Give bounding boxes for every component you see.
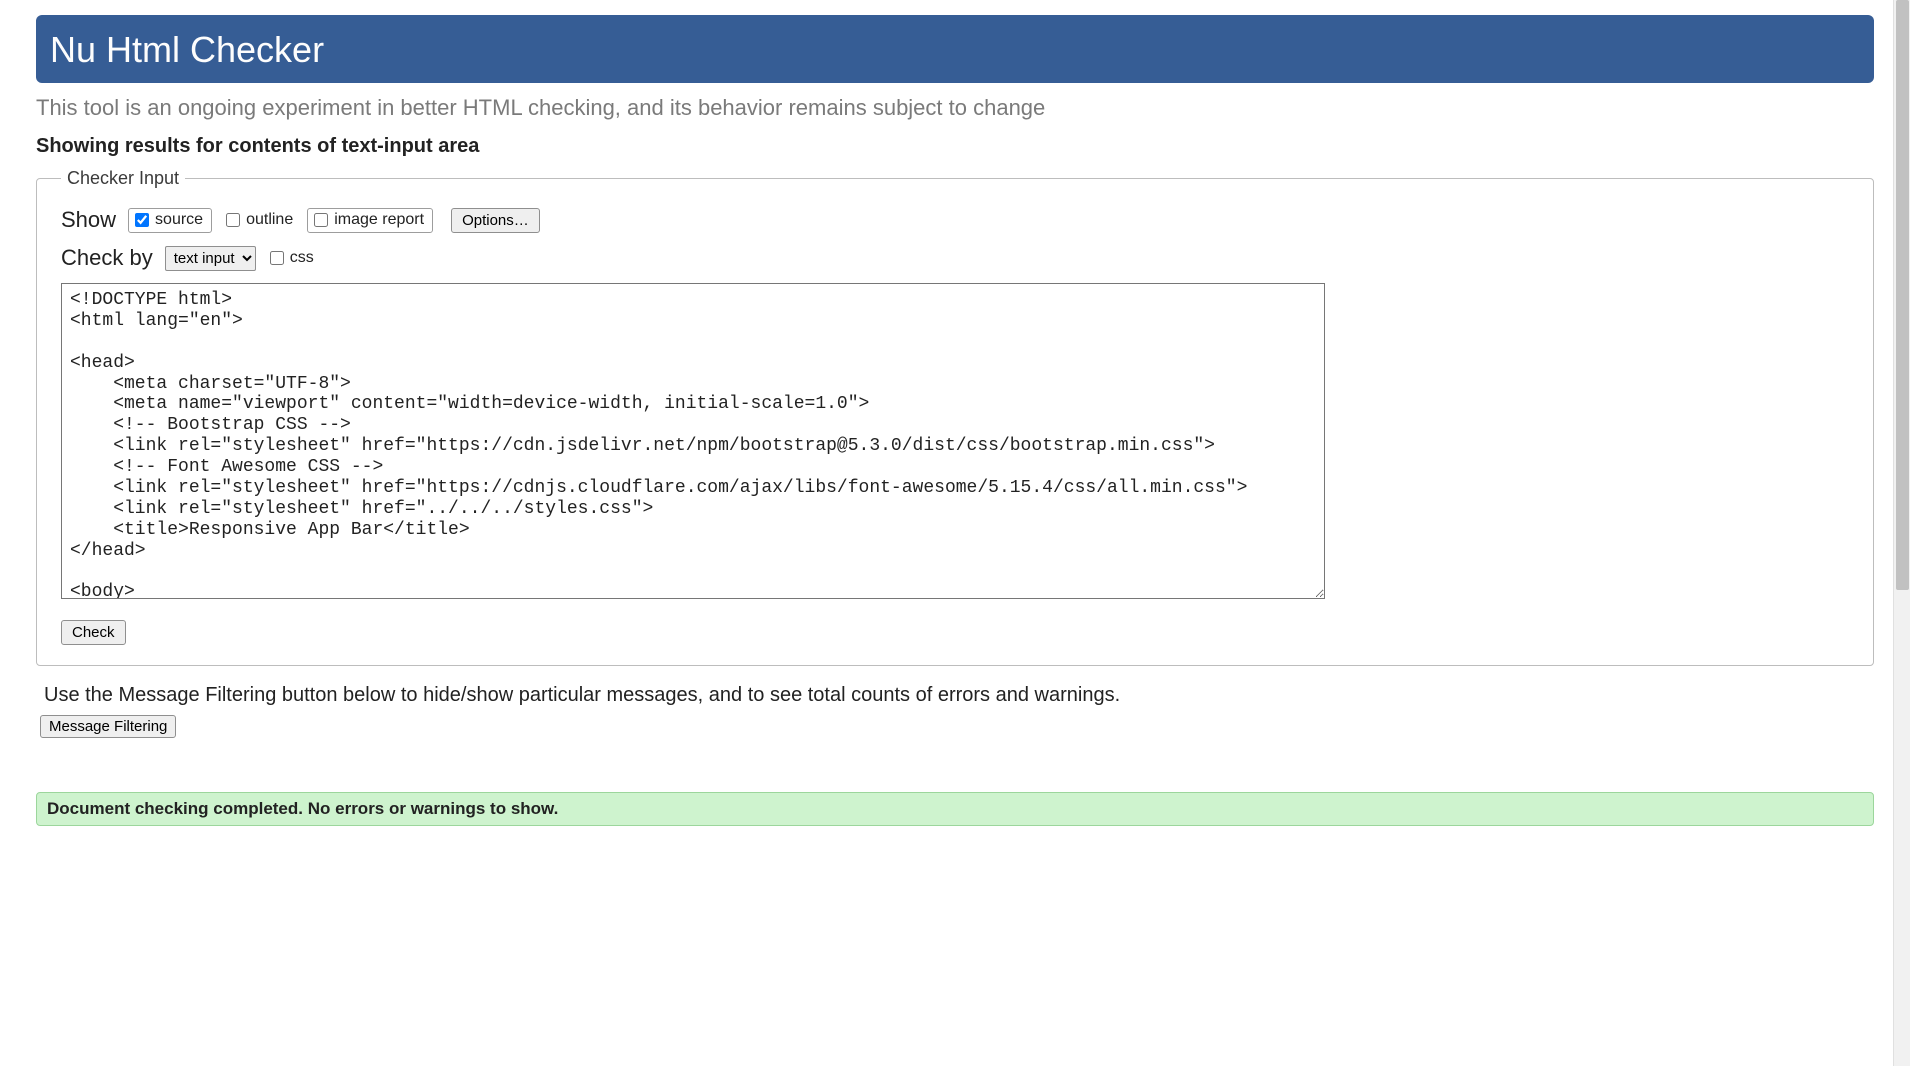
- page-scrollbar[interactable]: [1893, 0, 1910, 1066]
- check-button-row: Check: [61, 620, 1849, 645]
- page-scrollbar-thumb[interactable]: [1896, 0, 1909, 590]
- image-report-checkbox-wrap[interactable]: image report: [307, 208, 433, 233]
- outline-checkbox-wrap[interactable]: outline: [220, 209, 299, 231]
- check-by-select[interactable]: text input: [165, 246, 256, 271]
- checker-input-fieldset: Checker Input Show source outline image …: [36, 168, 1874, 666]
- page-title: Nu Html Checker: [36, 15, 1874, 83]
- show-label: Show: [61, 207, 116, 233]
- result-success-banner: Document checking completed. No errors o…: [36, 792, 1874, 826]
- tagline-text: This tool is an ongoing experiment in be…: [36, 95, 1874, 121]
- image-report-checkbox-label: image report: [334, 211, 424, 229]
- result-status: No errors or warnings to show.: [308, 799, 559, 818]
- spacer: [36, 738, 1874, 792]
- outline-checkbox[interactable]: [226, 213, 240, 227]
- outline-checkbox-label: outline: [246, 211, 293, 229]
- source-checkbox[interactable]: [135, 213, 149, 227]
- css-checkbox[interactable]: [270, 251, 284, 265]
- check-button[interactable]: Check: [61, 620, 126, 645]
- show-row: Show source outline image report Options…: [61, 207, 1849, 233]
- source-checkbox-wrap[interactable]: source: [128, 208, 212, 233]
- filter-explain-text: Use the Message Filtering button below t…: [44, 684, 1866, 707]
- result-prefix: Document checking completed.: [47, 799, 308, 818]
- css-checkbox-label: css: [290, 249, 314, 267]
- checker-input-legend: Checker Input: [61, 168, 185, 189]
- image-report-checkbox[interactable]: [314, 213, 328, 227]
- source-checkbox-label: source: [155, 211, 203, 229]
- check-by-row: Check by text input css: [61, 245, 1849, 271]
- source-textarea[interactable]: [61, 283, 1325, 599]
- message-filtering-button[interactable]: Message Filtering: [40, 715, 176, 738]
- showing-heading: Showing results for contents of text-inp…: [36, 135, 1874, 158]
- check-by-label: Check by: [61, 245, 153, 271]
- options-button[interactable]: Options…: [451, 208, 540, 233]
- css-checkbox-wrap[interactable]: css: [264, 247, 320, 269]
